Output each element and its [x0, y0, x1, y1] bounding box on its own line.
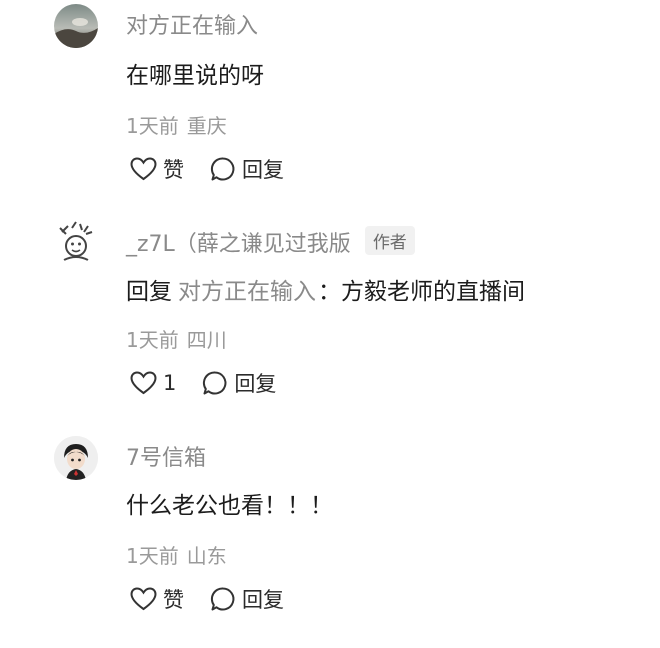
reply-label: 回复 [234, 372, 277, 396]
like-button[interactable]: 1 [130, 371, 176, 395]
comment-actions: 赞 回复 [130, 584, 284, 614]
user-name-text: _z7L（薛之谦见过我版 [126, 232, 351, 257]
comment-location: 四川 [186, 328, 227, 352]
comment-text: 在哪里说的呀 [126, 63, 264, 89]
comment-time: 1天前 [126, 114, 179, 138]
user-name[interactable]: 对方正在输入 [126, 8, 258, 40]
comment-actions: 赞 回复 [130, 154, 284, 184]
comment-meta: 1天前 重庆 [126, 110, 227, 139]
comment-actions: 1 回复 [130, 368, 276, 398]
user-avatar[interactable] [54, 220, 98, 264]
user-name[interactable]: _z7L（薛之谦见过我版 作者 [126, 226, 415, 258]
comment-meta: 1天前 四川 [126, 324, 227, 353]
reply-button[interactable]: 回复 [210, 154, 284, 184]
comment-item: _z7L（薛之谦见过我版 作者 回复 对方正在输入：方毅老师的直播间 1天前 四川 1… [0, 210, 660, 410]
like-button[interactable]: 赞 [130, 584, 184, 614]
reply-prefix: 回复 [126, 279, 172, 305]
heart-icon [130, 587, 157, 611]
like-label: 赞 [163, 158, 184, 182]
speech-bubble-icon [210, 156, 236, 182]
comment-location: 重庆 [186, 114, 227, 138]
reply-colon: ： [318, 279, 341, 305]
comment-meta: 1天前 山东 [126, 540, 227, 569]
comment-item: 对方正在输入 在哪里说的呀 1天前 重庆 赞 回复 [0, 0, 660, 200]
user-avatar[interactable] [54, 436, 98, 480]
author-badge: 作者 [364, 226, 415, 255]
comment-time: 1天前 [126, 328, 179, 352]
user-name[interactable]: 7号信箱 [126, 440, 206, 472]
reply-label: 回复 [242, 158, 284, 182]
like-label: 赞 [163, 588, 184, 612]
comment-time: 1天前 [126, 544, 179, 568]
like-button[interactable]: 赞 [130, 154, 184, 184]
speech-bubble-icon [202, 370, 228, 396]
reply-target-name[interactable]: 对方正在输入 [178, 279, 316, 305]
comment-text: 什么老公也看！！！ [126, 493, 333, 519]
comment-body: 方毅老师的直播间 [341, 279, 525, 305]
user-avatar[interactable] [54, 4, 98, 48]
comment-text: 回复 对方正在输入：方毅老师的直播间 [126, 272, 525, 306]
reply-button[interactable]: 回复 [202, 368, 276, 398]
comment-location: 山东 [186, 544, 227, 568]
speech-bubble-icon [210, 586, 236, 612]
heart-icon [130, 371, 157, 395]
reply-button[interactable]: 回复 [210, 584, 284, 614]
comment-item: 7号信箱 什么老公也看！！！ 1天前 山东 赞 回复 [0, 428, 660, 648]
reply-label: 回复 [242, 588, 284, 612]
like-count: 1 [163, 371, 177, 395]
heart-icon [130, 157, 157, 181]
